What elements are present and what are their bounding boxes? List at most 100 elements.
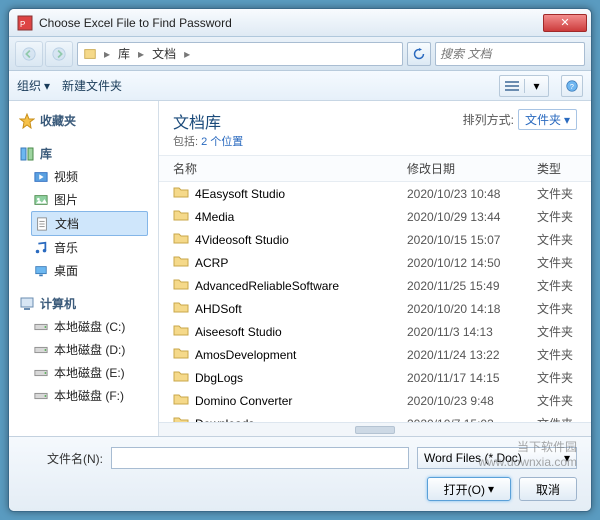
documents-icon	[34, 216, 50, 232]
column-headers: 名称 修改日期 类型	[159, 156, 591, 182]
sidebar-drive-c[interactable]: 本地磁盘 (C:)	[19, 315, 148, 338]
svg-text:P: P	[20, 20, 25, 29]
chevron-down-icon: ▾	[44, 79, 50, 93]
nav-forward-button[interactable]	[45, 41, 73, 67]
title-bar: P Choose Excel File to Find Password ✕	[9, 9, 591, 37]
library-header: 文档库 包括: 2 个位置 排列方式: 文件夹▾	[159, 101, 591, 156]
sidebar-drive-f[interactable]: 本地磁盘 (F:)	[19, 384, 148, 407]
help-button[interactable]: ?	[561, 75, 583, 97]
file-row[interactable]: DbgLogs2020/11/17 14:15文件夹	[159, 366, 591, 389]
file-row[interactable]: Aiseesoft Studio2020/11/3 14:13文件夹	[159, 320, 591, 343]
filename-label: 文件名(N):	[23, 450, 103, 467]
arrange-by-combo[interactable]: 文件夹▾	[518, 109, 577, 130]
sidebar-drive-e[interactable]: 本地磁盘 (E:)	[19, 361, 148, 384]
file-row[interactable]: 4Videosoft Studio2020/10/15 15:07文件夹	[159, 228, 591, 251]
file-type-combo[interactable]: Word Files (*.Doc)▾	[417, 447, 577, 469]
drive-icon	[33, 319, 49, 335]
file-list[interactable]: 4Easysoft Studio2020/10/23 10:48文件夹4Medi…	[159, 182, 591, 422]
sidebar-libraries[interactable]: 库	[19, 142, 148, 165]
file-row[interactable]: AmosDevelopment2020/11/24 13:22文件夹	[159, 343, 591, 366]
chevron-down-icon: ▾	[524, 79, 548, 93]
file-row[interactable]: Downloads2020/10/7 15:03文件夹	[159, 412, 591, 422]
folder-icon	[173, 230, 189, 249]
file-name: DbgLogs	[195, 371, 243, 385]
file-name: AmosDevelopment	[195, 348, 296, 362]
arrange-by: 排列方式: 文件夹▾	[463, 109, 577, 130]
sidebar-item-desktop[interactable]: 桌面	[19, 259, 148, 282]
folder-icon	[173, 184, 189, 203]
sidebar-drive-d[interactable]: 本地磁盘 (D:)	[19, 338, 148, 361]
file-row[interactable]: Domino Converter2020/10/23 9:48文件夹	[159, 389, 591, 412]
sidebar-item-music[interactable]: 音乐	[19, 236, 148, 259]
drive-icon	[33, 388, 49, 404]
main-area: 收藏夹 库 视频 图片 文档 音乐 桌面 计算机 本地磁盘 (C:)	[9, 101, 591, 436]
breadcrumb[interactable]: ▸ 库 ▸ 文档 ▸	[77, 42, 403, 66]
new-folder-button[interactable]: 新建文件夹	[62, 77, 122, 94]
file-type: 文件夹	[537, 231, 577, 248]
folder-icon	[173, 276, 189, 295]
file-date: 2020/11/17 14:15	[407, 371, 537, 385]
refresh-button[interactable]	[407, 42, 431, 66]
videos-icon	[33, 169, 49, 185]
sidebar-item-pictures[interactable]: 图片	[19, 188, 148, 211]
file-row[interactable]: ACRP2020/10/12 14:50文件夹	[159, 251, 591, 274]
file-name: 4Videosoft Studio	[195, 233, 289, 247]
drive-icon	[33, 365, 49, 381]
chevron-right-icon[interactable]: ▸	[102, 47, 112, 61]
file-type: 文件夹	[537, 415, 577, 422]
file-row[interactable]: 4Easysoft Studio2020/10/23 10:48文件夹	[159, 182, 591, 205]
close-button[interactable]: ✕	[543, 14, 587, 32]
breadcrumb-seg-libraries[interactable]: 库	[116, 45, 132, 62]
folder-icon	[173, 299, 189, 318]
library-title: 文档库	[173, 109, 243, 133]
chevron-right-icon[interactable]: ▸	[182, 47, 192, 61]
library-subtitle: 包括: 2 个位置	[173, 133, 243, 149]
column-name[interactable]: 名称	[173, 160, 407, 177]
organize-button[interactable]: 组织 ▾	[17, 77, 50, 94]
file-date: 2020/10/20 14:18	[407, 302, 537, 316]
sidebar-favorites[interactable]: 收藏夹	[19, 109, 148, 132]
file-name: AHDSoft	[195, 302, 242, 316]
folder-icon	[173, 414, 189, 422]
nav-back-button[interactable]	[15, 41, 43, 67]
column-type[interactable]: 类型	[537, 160, 577, 177]
content-pane: 文档库 包括: 2 个位置 排列方式: 文件夹▾ 名称 修改日期 类型 4Eas…	[159, 101, 591, 436]
sidebar-item-videos[interactable]: 视频	[19, 165, 148, 188]
file-row[interactable]: AHDSoft 2020/10/20 14:18文件夹	[159, 297, 591, 320]
star-icon	[19, 113, 35, 129]
chevron-right-icon[interactable]: ▸	[136, 47, 146, 61]
library-locations-link[interactable]: 2 个位置	[201, 136, 243, 148]
file-date: 2020/11/25 15:49	[407, 279, 537, 293]
file-date: 2020/10/23 10:48	[407, 187, 537, 201]
search-input[interactable]	[440, 47, 592, 61]
breadcrumb-seg-documents[interactable]: 文档	[150, 45, 178, 62]
folder-icon	[173, 207, 189, 226]
file-name: Aiseesoft Studio	[195, 325, 282, 339]
bottom-panel: 文件名(N): Word Files (*.Doc)▾ 打开(O) ▾ 取消	[9, 436, 591, 511]
sidebar-item-documents[interactable]: 文档	[31, 211, 148, 236]
computer-icon	[19, 296, 35, 312]
sidebar-computer[interactable]: 计算机	[19, 292, 148, 315]
folder-icon	[173, 322, 189, 341]
navigation-pane: 收藏夹 库 视频 图片 文档 音乐 桌面 计算机 本地磁盘 (C:)	[9, 101, 159, 436]
file-row[interactable]: AdvancedReliableSoftware2020/11/25 15:49…	[159, 274, 591, 297]
scroll-thumb[interactable]	[355, 426, 395, 434]
open-button[interactable]: 打开(O) ▾	[427, 477, 511, 501]
file-type: 文件夹	[537, 300, 577, 317]
file-row[interactable]: 4Media2020/10/29 13:44文件夹	[159, 205, 591, 228]
file-dialog-window: P Choose Excel File to Find Password ✕ ▸…	[8, 8, 592, 512]
file-date: 2020/11/24 13:22	[407, 348, 537, 362]
view-mode-button[interactable]: ▾	[499, 75, 549, 97]
cancel-button[interactable]: 取消	[519, 477, 577, 501]
folder-icon	[173, 345, 189, 364]
file-type: 文件夹	[537, 392, 577, 409]
arrange-by-label: 排列方式:	[463, 111, 514, 128]
folder-icon	[173, 391, 189, 410]
filename-input[interactable]	[111, 447, 409, 469]
search-box[interactable]	[435, 42, 585, 66]
column-modified[interactable]: 修改日期	[407, 160, 537, 177]
file-type: 文件夹	[537, 208, 577, 225]
horizontal-scrollbar[interactable]	[159, 422, 591, 436]
view-list-icon	[500, 81, 524, 91]
file-type: 文件夹	[537, 277, 577, 294]
